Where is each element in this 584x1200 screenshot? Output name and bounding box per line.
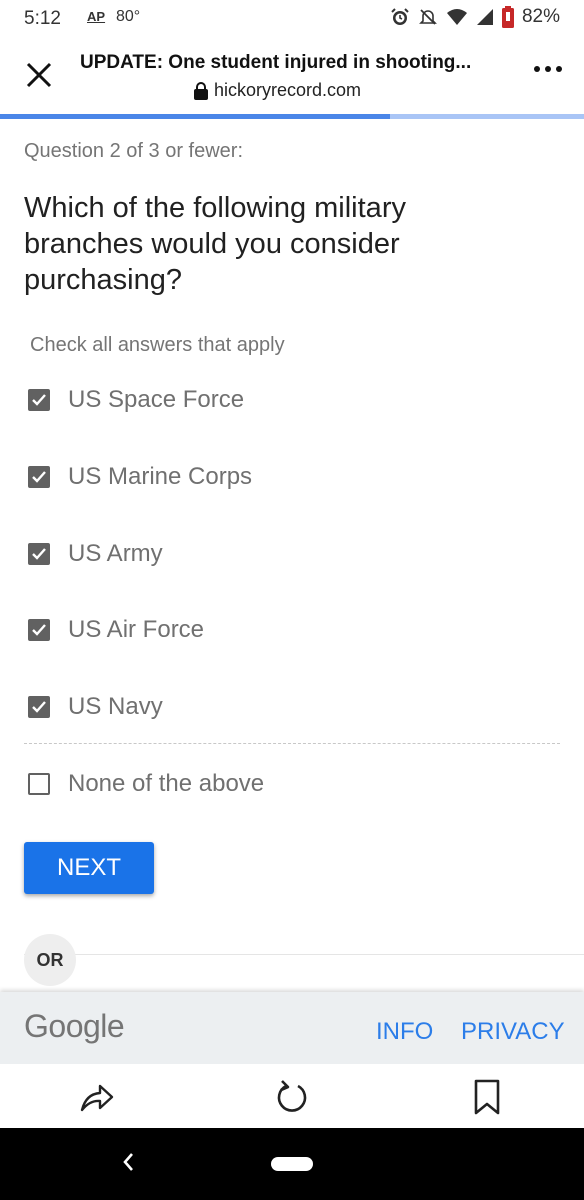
- bookmark-icon[interactable]: [470, 1078, 504, 1116]
- option-label: US Marine Corps: [68, 463, 253, 490]
- battery-percent: 82%: [521, 6, 560, 27]
- ap-news-icon: AP: [87, 9, 106, 24]
- checkbox[interactable]: [28, 466, 50, 488]
- privacy-link[interactable]: PRIVACY: [461, 1018, 565, 1046]
- wifi-icon: [446, 9, 467, 25]
- refresh-icon[interactable]: [273, 1078, 311, 1116]
- option-us-air-force[interactable]: US Air Force: [28, 615, 204, 645]
- next-button[interactable]: NEXT: [24, 842, 154, 894]
- status-bar: 5:12 AP 80° 82%: [0, 0, 584, 38]
- system-nav-bar: [0, 1128, 584, 1200]
- more-options-icon[interactable]: [534, 66, 562, 72]
- checkbox[interactable]: [28, 389, 50, 411]
- checkbox[interactable]: [28, 696, 50, 718]
- checkbox[interactable]: [28, 543, 50, 565]
- answer-instruction: Check all answers that apply: [30, 334, 285, 356]
- battery-icon: [501, 6, 514, 28]
- close-icon[interactable]: [22, 58, 56, 92]
- option-us-navy[interactable]: US Navy: [28, 692, 163, 722]
- option-label: US Space Force: [68, 386, 245, 413]
- survey-progress-fill: [0, 114, 390, 119]
- question-text: Which of the following military branches…: [24, 192, 406, 296]
- back-icon[interactable]: [120, 1150, 136, 1174]
- option-none-of-the-above[interactable]: None of the above: [28, 769, 264, 799]
- share-icon[interactable]: [78, 1078, 116, 1116]
- domain-text: hickoryrecord.com: [214, 80, 362, 100]
- page-title: UPDATE: One student injured in shooting.…: [80, 52, 472, 73]
- survey-progress-bar: [0, 114, 584, 119]
- status-temperature: 80°: [116, 8, 141, 25]
- notifications-off-icon: [419, 9, 437, 25]
- status-time: 5:12: [24, 8, 61, 29]
- browser-bottom-toolbar: [0, 1064, 584, 1128]
- option-us-army[interactable]: US Army: [28, 539, 163, 569]
- checkbox[interactable]: [28, 619, 50, 641]
- option-label: None of the above: [68, 770, 265, 797]
- status-icons: 82%: [390, 6, 560, 28]
- options-divider: [24, 743, 560, 744]
- home-pill[interactable]: [271, 1157, 313, 1171]
- option-label: US Navy: [68, 693, 163, 720]
- or-badge: OR: [24, 934, 76, 986]
- or-divider: [24, 954, 584, 955]
- info-link[interactable]: INFO: [376, 1018, 433, 1046]
- question-count: Question 2 of 3 or fewer:: [24, 140, 244, 162]
- google-logo: Google: [24, 1008, 125, 1044]
- lock-icon: [194, 81, 208, 100]
- option-us-marine-corps[interactable]: US Marine Corps: [28, 462, 252, 492]
- alarm-icon: [391, 8, 409, 25]
- survey-footer: Google INFO PRIVACY: [0, 992, 584, 1064]
- checkbox[interactable]: [28, 773, 50, 795]
- url-bar[interactable]: hickoryrecord.com: [194, 80, 361, 101]
- option-label: US Air Force: [68, 616, 205, 643]
- browser-header: UPDATE: One student injured in shooting.…: [0, 38, 584, 114]
- option-label: US Army: [68, 540, 163, 567]
- option-us-space-force[interactable]: US Space Force: [28, 385, 244, 415]
- signal-icon: [476, 9, 493, 25]
